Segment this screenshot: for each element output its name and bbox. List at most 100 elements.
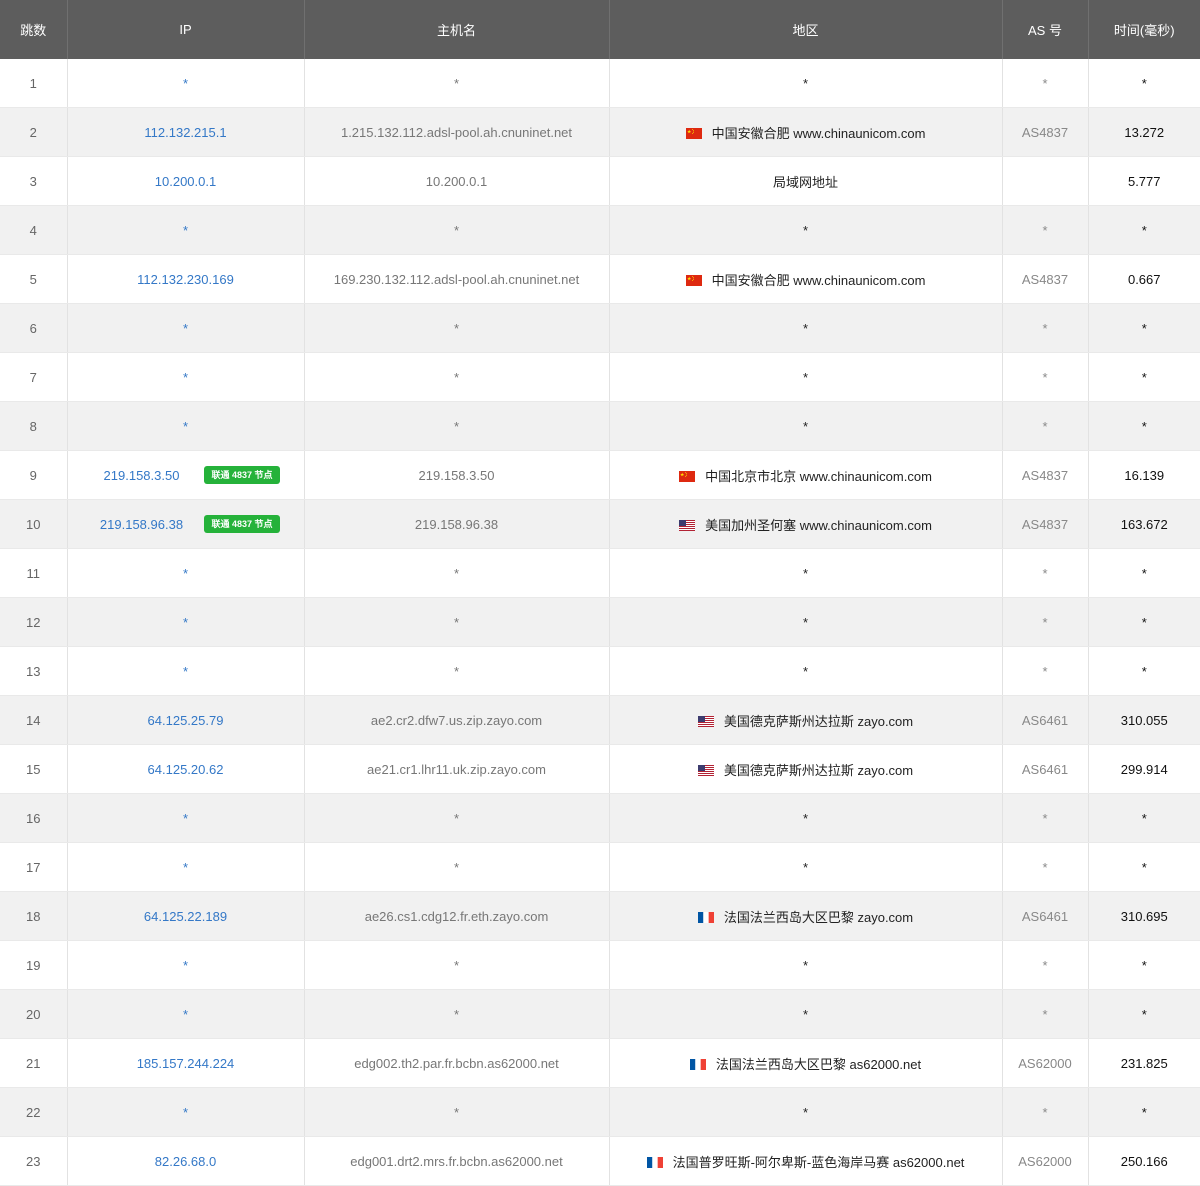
cn-flag-icon (685, 274, 702, 286)
ip-cell[interactable]: * (67, 352, 305, 402)
ip-link[interactable]: 82.26.68.0 (155, 1154, 216, 1169)
time-cell: * (1088, 303, 1200, 353)
hop-cell: 10 (0, 499, 68, 549)
table-row: 1 * * * * * (0, 59, 1200, 108)
host-cell: 219.158.3.50 (304, 450, 610, 500)
region-text: 法国法兰西岛大区巴黎 zayo.com (723, 909, 914, 925)
region-text: * (802, 369, 809, 385)
time-cell: * (1088, 401, 1200, 451)
time-cell: * (1088, 793, 1200, 843)
ip-link[interactable]: 10.200.0.1 (155, 174, 216, 189)
ip-link[interactable]: * (183, 1105, 188, 1120)
ip-cell[interactable]: 185.157.244.224 (67, 1038, 305, 1088)
cn-flag-icon (685, 127, 702, 139)
hop-cell: 8 (0, 401, 68, 451)
ip-link[interactable]: * (183, 566, 188, 581)
ip-link[interactable]: * (183, 1007, 188, 1022)
ip-cell[interactable]: 10.200.0.1 (67, 156, 305, 206)
ip-link[interactable]: 112.132.230.169 (137, 272, 234, 287)
ip-cell[interactable]: * (67, 1087, 305, 1137)
ip-cell[interactable]: * (67, 205, 305, 255)
hop-cell: 11 (0, 548, 68, 598)
ip-cell[interactable]: * (67, 940, 305, 990)
ip-link[interactable]: 64.125.25.79 (148, 713, 224, 728)
table-row: 15 64.125.20.62 ae21.cr1.lhr11.uk.zip.zayo… (0, 744, 1200, 794)
hop-cell: 2 (0, 107, 68, 157)
ip-link[interactable]: * (183, 370, 188, 385)
ip-link[interactable]: 219.158.96.38 (100, 517, 183, 532)
host-cell: * (304, 646, 610, 696)
table-row: 4 * * * * * (0, 205, 1200, 255)
ip-link[interactable]: * (183, 615, 188, 630)
ip-cell[interactable]: * (67, 59, 305, 108)
time-cell: * (1088, 59, 1200, 108)
ip-cell[interactable]: 112.132.215.1 (67, 107, 305, 157)
ip-cell[interactable]: * (67, 646, 305, 696)
region-cell: 美国德克萨斯州达拉斯 zayo.com (609, 744, 1003, 794)
region-cell: 中国安徽合肥 www.chinaunicom.com (609, 107, 1003, 157)
hop-cell: 9 (0, 450, 68, 500)
ip-link[interactable]: 64.125.20.62 (148, 762, 224, 777)
region-cell: * (609, 352, 1003, 402)
ip-link[interactable]: 219.158.3.50 (104, 468, 180, 483)
region-text: * (802, 418, 809, 434)
region-text: * (802, 320, 809, 336)
host-cell: edg001.drt2.mrs.fr.bcbn.as62000.net (304, 1136, 610, 1186)
host-cell: * (304, 1087, 610, 1137)
ip-link[interactable]: * (183, 958, 188, 973)
time-cell: * (1088, 352, 1200, 402)
ip-link[interactable]: * (183, 811, 188, 826)
hop-cell: 15 (0, 744, 68, 794)
ip-link[interactable]: * (183, 223, 188, 238)
as-cell: AS6461 (1002, 891, 1089, 941)
time-cell: 16.139 (1088, 450, 1200, 500)
ip-cell[interactable]: 64.125.25.79 (67, 695, 305, 745)
as-cell: * (1002, 842, 1089, 892)
hop-cell: 20 (0, 989, 68, 1039)
hop-cell: 3 (0, 156, 68, 206)
ip-cell[interactable]: * (67, 548, 305, 598)
ip-cell[interactable]: 112.132.230.169 (67, 254, 305, 304)
as-cell: * (1002, 59, 1089, 108)
header-as: AS 号 (1002, 0, 1089, 59)
time-cell: 13.272 (1088, 107, 1200, 157)
time-cell: 163.672 (1088, 499, 1200, 549)
region-text: 中国安徽合肥 www.chinaunicom.com (711, 125, 926, 141)
region-cell: 法国法兰西岛大区巴黎 as62000.net (609, 1038, 1003, 1088)
ip-cell[interactable]: * (67, 842, 305, 892)
ip-cell[interactable]: 219.158.3.50 联通 4837 节点 (67, 450, 305, 500)
ip-cell[interactable]: 64.125.20.62 (67, 744, 305, 794)
hop-cell: 18 (0, 891, 68, 941)
time-cell: 310.055 (1088, 695, 1200, 745)
ip-cell[interactable]: 82.26.68.0 (67, 1136, 305, 1186)
ip-link[interactable]: * (183, 664, 188, 679)
ip-cell[interactable]: * (67, 303, 305, 353)
host-cell: * (304, 548, 610, 598)
ip-link[interactable]: * (183, 321, 188, 336)
as-cell: AS4837 (1002, 254, 1089, 304)
hop-cell: 7 (0, 352, 68, 402)
time-cell: * (1088, 1087, 1200, 1137)
region-cell: 法国法兰西岛大区巴黎 zayo.com (609, 891, 1003, 941)
region-text: 法国法兰西岛大区巴黎 as62000.net (715, 1056, 922, 1072)
ip-link[interactable]: * (183, 419, 188, 434)
table-row: 11 * * * * * (0, 548, 1200, 598)
ip-link[interactable]: 185.157.244.224 (137, 1056, 235, 1071)
ip-link[interactable]: * (183, 76, 188, 91)
time-cell: 5.777 (1088, 156, 1200, 206)
ip-cell[interactable]: * (67, 793, 305, 843)
ip-cell[interactable]: * (67, 597, 305, 647)
table-row: 22 * * * * * (0, 1087, 1200, 1137)
ip-cell[interactable]: * (67, 401, 305, 451)
region-cell: * (609, 548, 1003, 598)
ip-cell[interactable]: 64.125.22.189 (67, 891, 305, 941)
ip-cell[interactable]: * (67, 989, 305, 1039)
region-cell: 局域网地址 (609, 156, 1003, 206)
ip-link[interactable]: * (183, 860, 188, 875)
ip-link[interactable]: 64.125.22.189 (144, 909, 227, 924)
ip-cell[interactable]: 219.158.96.38 联通 4837 节点 (67, 499, 305, 549)
region-cell: * (609, 303, 1003, 353)
region-cell: 中国安徽合肥 www.chinaunicom.com (609, 254, 1003, 304)
as-cell: * (1002, 989, 1089, 1039)
ip-link[interactable]: 112.132.215.1 (144, 125, 226, 140)
